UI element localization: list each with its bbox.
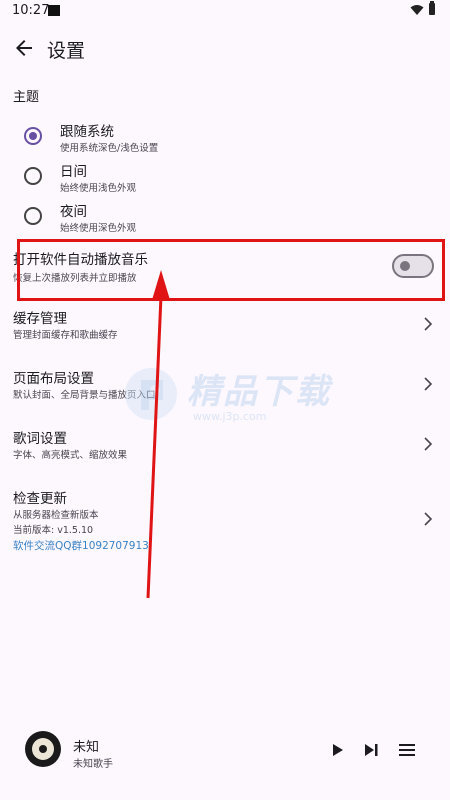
highlight-box	[17, 239, 445, 301]
playlist-menu-icon[interactable]	[397, 740, 417, 760]
item-title: 页面布局设置	[13, 371, 94, 387]
song-title: 未知	[73, 740, 100, 755]
theme-option-title: 日间	[60, 164, 87, 180]
play-icon[interactable]	[327, 740, 347, 760]
theme-option-subtitle: 始终使用深色外观	[60, 223, 137, 234]
item-title: 检查更新	[13, 491, 67, 507]
watermark: 精品下载 www.j3p.com	[123, 358, 363, 438]
watermark-logo-icon	[125, 368, 177, 420]
theme-option-day[interactable]: 日间 始终使用浅色外观	[20, 160, 440, 200]
version-text: 当前版本: v1.5.10	[13, 525, 94, 536]
chevron-right-icon	[424, 377, 433, 391]
qq-group-link[interactable]: 软件交流QQ群1092707913	[13, 538, 149, 553]
theme-option-title: 跟随系统	[60, 124, 114, 140]
song-artist: 未知歌手	[73, 759, 113, 770]
battery-icon	[429, 1, 435, 15]
chevron-right-icon	[424, 437, 433, 451]
next-track-icon[interactable]	[361, 740, 381, 760]
watermark-brand: 精品下载	[187, 372, 331, 412]
item-title: 歌词设置	[13, 431, 67, 447]
theme-option-subtitle: 使用系统深色/浅色设置	[60, 143, 159, 154]
app-bar: 设置	[0, 28, 450, 68]
wifi-icon	[410, 5, 424, 15]
chevron-right-icon	[424, 512, 433, 526]
theme-option-night[interactable]: 夜间 始终使用深色外观	[20, 200, 440, 240]
item-subtitle: 从服务器检查新版本	[13, 510, 99, 521]
theme-option-title: 夜间	[60, 204, 87, 220]
item-title: 缓存管理	[13, 311, 67, 327]
status-time: 10:27	[12, 3, 50, 18]
album-disc-icon	[25, 731, 61, 767]
cache-management-item[interactable]: 缓存管理 管理封面缓存和歌曲缓存	[0, 307, 450, 347]
item-subtitle: 字体、高亮模式、缩放效果	[13, 450, 128, 461]
watermark-url: www.j3p.com	[193, 410, 267, 423]
radio-selected-icon[interactable]	[24, 127, 42, 145]
notification-icon	[48, 5, 60, 16]
back-arrow-icon[interactable]	[12, 36, 36, 60]
page-title: 设置	[47, 40, 86, 62]
item-subtitle: 管理封面缓存和歌曲缓存	[13, 330, 118, 341]
theme-section-label: 主题	[13, 90, 40, 105]
radio-unselected-icon[interactable]	[24, 207, 42, 225]
theme-option-follow-system[interactable]: 跟随系统 使用系统深色/浅色设置	[20, 120, 440, 160]
status-bar: 10:27	[0, 0, 450, 22]
mini-player[interactable]: 未知 未知歌手	[0, 720, 450, 784]
check-update-item[interactable]: 检查更新 从服务器检查新版本 当前版本: v1.5.10 软件交流QQ群1092…	[0, 487, 450, 557]
radio-unselected-icon[interactable]	[24, 167, 42, 185]
theme-option-subtitle: 始终使用浅色外观	[60, 183, 137, 194]
chevron-right-icon	[424, 317, 433, 331]
